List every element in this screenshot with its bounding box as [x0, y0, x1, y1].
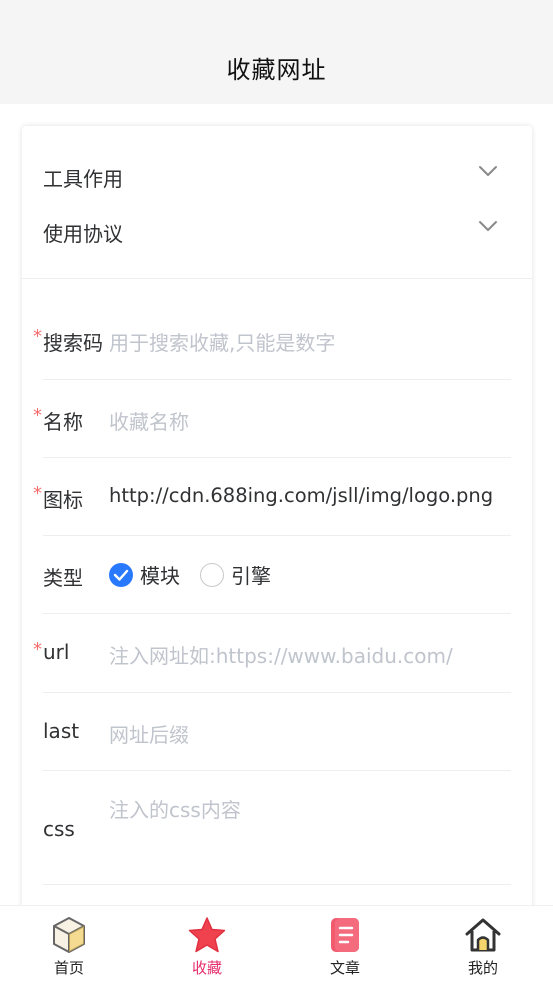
radio-module-label[interactable]: 模块	[140, 560, 180, 589]
required-mark: *	[33, 483, 42, 504]
css-label: css	[43, 817, 75, 841]
tab-label: 我的	[467, 959, 498, 977]
tab-label: 文章	[329, 959, 360, 977]
radio-module[interactable]	[109, 563, 133, 587]
name-input[interactable]: 收藏名称	[109, 406, 189, 435]
tab-articles[interactable]: 文章	[276, 906, 414, 984]
article-icon	[331, 918, 359, 952]
tab-label: 收藏	[191, 959, 222, 977]
page-title: 收藏网址	[226, 56, 327, 84]
form-row-icon: * 图标 http://cdn.688ing.com/jsll/img/logo…	[33, 458, 511, 536]
last-input[interactable]: 网址后缀	[109, 719, 189, 748]
tab-label: 首页	[53, 959, 84, 977]
chevron-down-icon	[479, 221, 497, 231]
tab-bar: 首页 收藏 文章 我的	[0, 905, 553, 983]
chevron-down-icon	[479, 166, 497, 176]
home-icon	[465, 918, 501, 952]
form-card: 工具作用 使用协议 * 搜索码 用于搜索收藏,只能是数字 * 名称 收藏名称 *…	[22, 126, 532, 916]
name-label: 名称	[43, 410, 83, 434]
collapse-label: 使用协议	[43, 222, 123, 246]
type-label: 类型	[43, 566, 83, 590]
collapse-label: 工具作用	[43, 167, 123, 191]
radio-engine-label[interactable]: 引擎	[231, 560, 271, 589]
tab-profile[interactable]: 我的	[414, 906, 552, 984]
cube-icon	[53, 917, 85, 953]
css-textarea[interactable]: 注入的css内容	[109, 794, 241, 823]
form-row-search-code: * 搜索码 用于搜索收藏,只能是数字	[33, 301, 511, 380]
collapse-tool-purpose[interactable]: 工具作用	[22, 148, 532, 204]
search-code-label: 搜索码	[43, 331, 103, 355]
required-mark: *	[33, 639, 42, 660]
check-icon	[113, 569, 129, 581]
last-label: last	[43, 719, 80, 743]
page-header: 收藏网址	[0, 0, 553, 104]
search-code-input[interactable]: 用于搜索收藏,只能是数字	[109, 327, 335, 356]
form-row-url: * url 注入网址如:https://www.baidu.com/	[33, 614, 511, 693]
required-mark: *	[33, 405, 42, 426]
tab-home[interactable]: 首页	[0, 906, 138, 984]
required-mark: *	[33, 326, 42, 347]
form-row-name: * 名称 收藏名称	[33, 380, 511, 458]
form-row-css: css 注入的css内容	[43, 771, 511, 885]
form-row-type: 类型 模块 引擎	[43, 536, 511, 614]
url-label: url	[43, 640, 70, 664]
url-input[interactable]: 注入网址如:https://www.baidu.com/	[109, 640, 453, 669]
collapse-agreement[interactable]: 使用协议	[22, 203, 532, 259]
icon-url-input[interactable]: http://cdn.688ing.com/jsll/img/logo.png	[109, 484, 493, 507]
radio-engine[interactable]	[200, 563, 224, 587]
tab-favorites[interactable]: 收藏	[138, 906, 276, 984]
form-row-last: last 网址后缀	[43, 693, 511, 771]
star-icon	[188, 917, 226, 953]
icon-label: 图标	[43, 488, 83, 512]
divider	[22, 278, 532, 279]
